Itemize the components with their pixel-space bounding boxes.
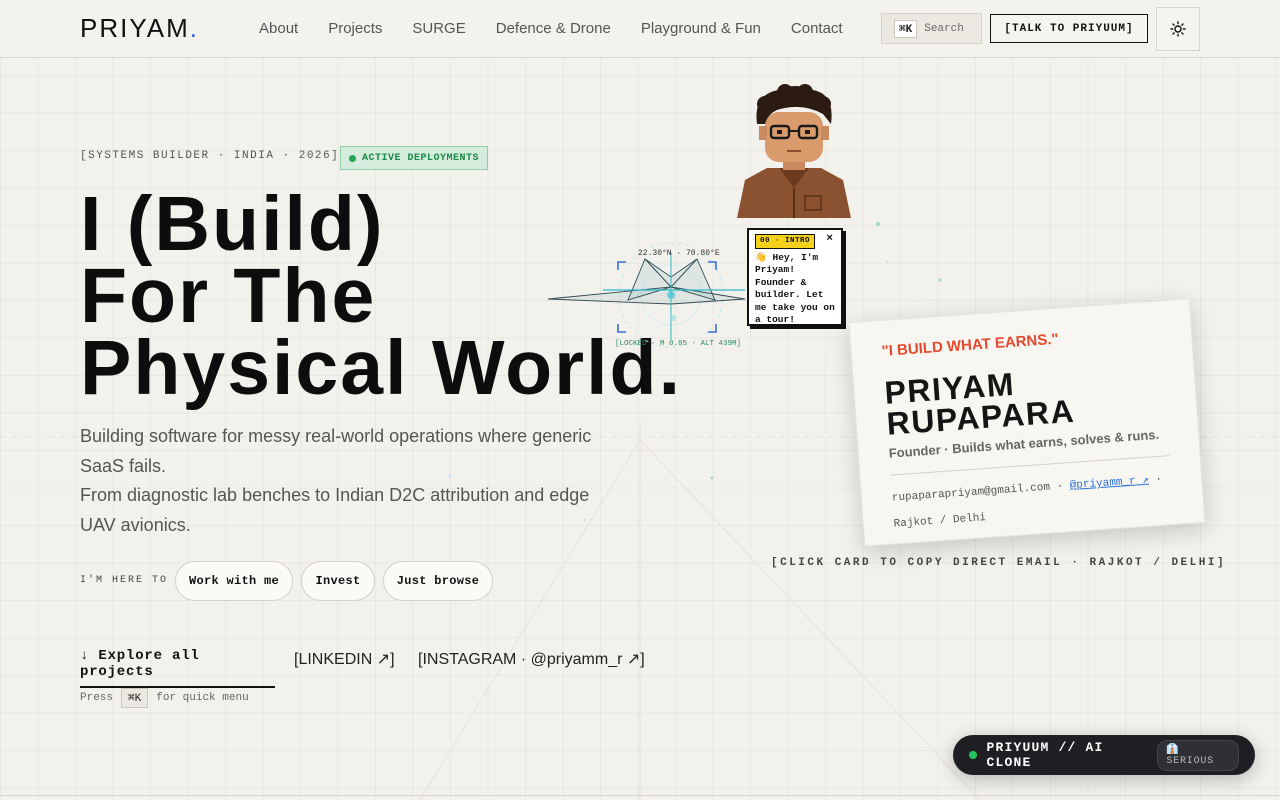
talk-to-priyuum-button[interactable]: [TALK TO PRIYUUM] <box>990 14 1148 43</box>
im-here-to-label: I'M HERE TO <box>80 575 169 586</box>
subtitle-line: From diagnostic lab benches to Indian D2… <box>80 485 590 535</box>
card-separator: · <box>1056 480 1064 494</box>
subtitle-line: Building software for messy real-world o… <box>80 426 592 476</box>
drone-lock-status: [LOCKED · M 0.85 · ALT 439M] <box>615 340 741 348</box>
card-email[interactable]: rupaparapriyam@gmail.com <box>892 482 1051 505</box>
quick-menu-hint: Press ⌘K for quick menu <box>80 688 249 708</box>
intro-speech-bubble[interactable]: 00 · INTRO × 👋 Hey, I'm Priyam! Founder … <box>747 228 843 326</box>
bottom-divider <box>0 795 1280 796</box>
status-dot-icon <box>349 154 356 162</box>
card-name: PRIYAM RUPAPARA <box>883 358 1168 442</box>
explore-projects-link[interactable]: ↓ Explore all projects <box>80 648 275 688</box>
hint-prefix: Press <box>80 692 114 704</box>
logo[interactable]: PRIYAM. <box>80 13 199 44</box>
nav-link-surge[interactable]: SURGE <box>412 20 465 37</box>
hint-suffix: for quick menu <box>156 692 249 704</box>
business-card[interactable]: "I BUILD WHAT EARNS." PRIYAM RUPAPARA Fo… <box>848 298 1206 547</box>
card-location: Rajkot / Delhi <box>893 512 987 531</box>
intro-tag: 00 · INTRO <box>755 234 816 249</box>
search-label: Search <box>924 22 964 35</box>
ai-clone-title: PRIYUUM // AI CLONE <box>986 740 1104 770</box>
card-contact: rupaparapriyam@gmail.com · @priyamm_r ↗ … <box>891 466 1174 537</box>
nav-link-contact[interactable]: Contact <box>791 20 843 37</box>
card-instagram-link[interactable]: @priyamm_r ↗ <box>1069 475 1149 492</box>
nav-link-playground[interactable]: Playground & Fun <box>641 20 761 37</box>
mode-badge[interactable]: 👔 SERIOUS <box>1157 739 1239 771</box>
card-separator: · <box>1155 473 1163 487</box>
close-icon[interactable]: × <box>826 233 833 246</box>
hero-tagline: [SYSTEMS BUILDER · INDIA · 2026] <box>80 150 340 162</box>
nav-link-projects[interactable]: Projects <box>328 20 382 37</box>
online-dot-icon <box>969 751 977 759</box>
active-deployments-badge: ACTIVE DEPLOYMENTS <box>340 146 489 170</box>
nav-links: About Projects SURGE Defence & Drone Pla… <box>259 20 843 37</box>
nav-link-about[interactable]: About <box>259 20 298 37</box>
work-with-me-button[interactable]: Work with me <box>175 561 293 601</box>
instagram-link[interactable]: [INSTAGRAM · @priyamm_r ↗] <box>418 649 645 669</box>
ai-clone-launcher[interactable]: PRIYUUM // AI CLONE 👔 SERIOUS <box>953 735 1255 775</box>
sun-icon <box>1170 21 1186 37</box>
drone-coords: 22.30°N · 70.80°E <box>638 249 720 258</box>
pixel-avatar-image[interactable] <box>735 84 853 220</box>
intro-message: 👋 Hey, I'm Priyam! Founder & builder. Le… <box>755 251 835 326</box>
invest-button[interactable]: Invest <box>301 561 375 601</box>
hero-subtitle: Building software for messy real-world o… <box>80 422 620 540</box>
linkedin-link[interactable]: [LINKEDIN ↗] <box>294 649 395 669</box>
hint-shortcut: ⌘K <box>121 688 149 708</box>
top-nav: PRIYAM. About Projects SURGE Defence & D… <box>0 0 1280 58</box>
search-button[interactable]: ⌘K Search <box>881 13 982 44</box>
theme-toggle-button[interactable] <box>1156 7 1200 51</box>
just-browse-button[interactable]: Just browse <box>383 561 493 601</box>
search-shortcut: ⌘K <box>894 19 918 38</box>
card-quote: "I BUILD WHAT EARNS." <box>881 330 1060 360</box>
nav-link-defence-drone[interactable]: Defence & Drone <box>496 20 611 37</box>
badge-label: ACTIVE DEPLOYMENTS <box>362 152 480 164</box>
card-caption: [CLICK CARD TO COPY DIRECT EMAIL · RAJKO… <box>771 557 1227 569</box>
drone-hud-graphic: 22.30°N · 70.80°E [LOCKED · M 0.85 · ALT… <box>547 242 746 348</box>
